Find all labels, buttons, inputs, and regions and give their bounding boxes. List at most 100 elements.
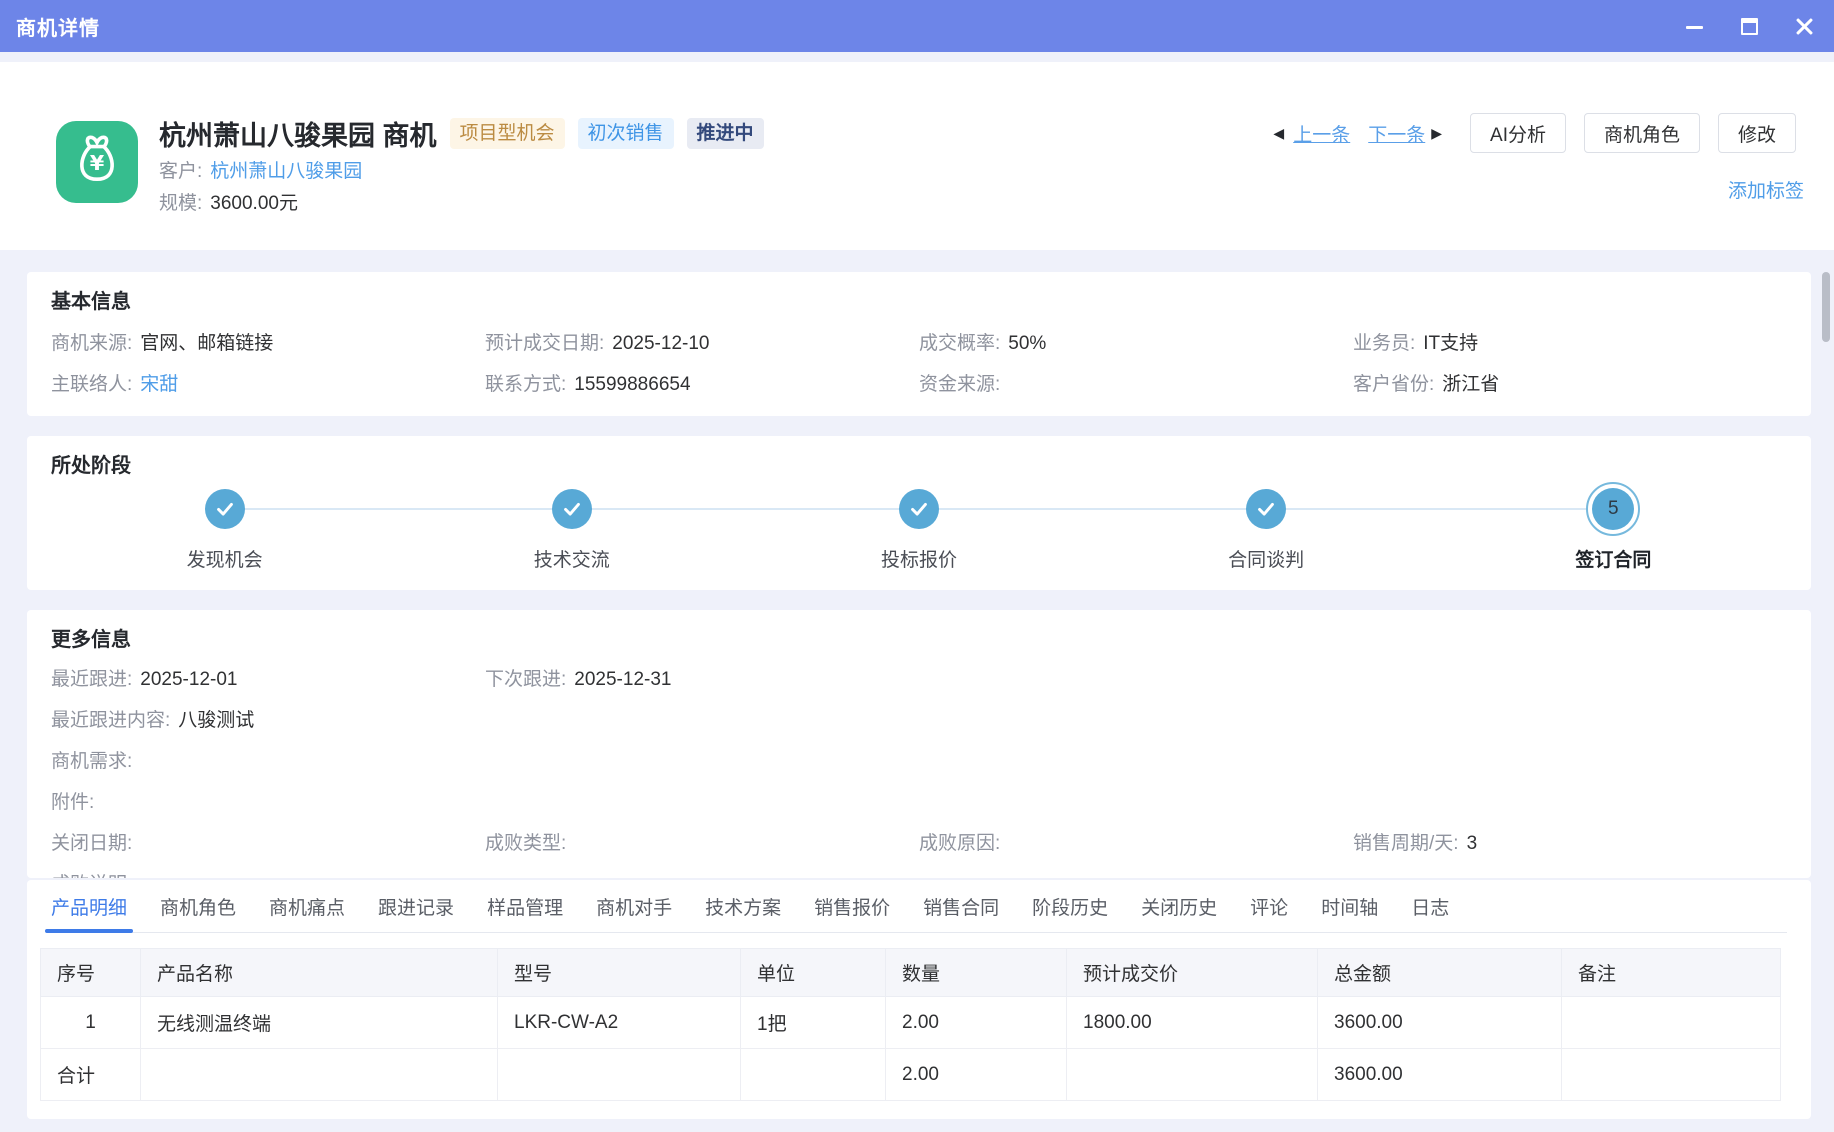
stage-step-4[interactable]: 合同谈判 <box>1093 482 1440 572</box>
check-icon <box>899 489 939 529</box>
field-contact-phone: 联系方式: 15599886654 <box>485 371 919 398</box>
tab-sample-management[interactable]: 样品管理 <box>487 880 563 932</box>
check-icon <box>1246 489 1286 529</box>
stage-step-5-current[interactable]: 5 签订合同 <box>1440 482 1787 572</box>
field-result-reason: 成败原因: <box>919 830 1353 857</box>
field-label: 成败类型: <box>485 830 566 857</box>
field-value: 八骏测试 <box>178 707 254 734</box>
tab-competitors[interactable]: 商机对手 <box>596 880 672 932</box>
field-label: 销售周期/天: <box>1353 830 1459 857</box>
field-sales-cycle-days: 销售周期/天: 3 <box>1353 830 1787 857</box>
cell-quantity: 2.00 <box>886 997 1067 1049</box>
cell-empty <box>498 1049 741 1101</box>
customer-row: 客户: 杭州萧山八骏果园 <box>159 156 362 183</box>
tab-timeline[interactable]: 时间轴 <box>1321 880 1378 932</box>
product-table: 序号 产品名称 型号 单位 数量 预计成交价 总金额 备注 1 无线测温终端 L… <box>40 948 1781 1101</box>
basic-info-title: 基本信息 <box>51 290 1787 314</box>
prev-arrow-icon[interactable] <box>1273 125 1284 142</box>
cell-product-name: 无线测温终端 <box>141 997 498 1049</box>
col-total-amount: 总金额 <box>1318 949 1562 997</box>
table-total-row: 合计 2.00 3600.00 <box>41 1049 1781 1101</box>
field-value: 3 <box>1467 830 1478 857</box>
stage-step-label: 投标报价 <box>881 545 957 572</box>
edit-button[interactable]: 修改 <box>1718 113 1796 153</box>
stage-step-1[interactable]: 发现机会 <box>51 482 398 572</box>
tab-product-detail[interactable]: 产品明细 <box>51 880 127 932</box>
field-result-type: 成败类型: <box>485 830 919 857</box>
stage-section: 所处阶段 发现机会 技术交流 投标报价 合同谈判 <box>27 436 1811 590</box>
tab-comments[interactable]: 评论 <box>1250 880 1288 932</box>
prev-record-link[interactable]: 上一条 <box>1293 120 1350 147</box>
stage-step-3[interactable]: 投标报价 <box>745 482 1092 572</box>
tab-close-history[interactable]: 关闭历史 <box>1141 880 1217 932</box>
tab-sales-contract[interactable]: 销售合同 <box>923 880 999 932</box>
tab-sales-quote[interactable]: 销售报价 <box>814 880 890 932</box>
check-icon <box>205 489 245 529</box>
col-unit: 单位 <box>741 949 886 997</box>
next-arrow-icon[interactable] <box>1431 125 1442 142</box>
opportunity-role-button[interactable]: 商机角色 <box>1584 113 1700 153</box>
col-expected-price: 预计成交价 <box>1067 949 1318 997</box>
field-label: 商机来源: <box>51 330 132 357</box>
header-actions: 上一条 下一条 AI分析 商机角色 修改 <box>1273 113 1796 153</box>
vertical-scrollbar[interactable] <box>1822 272 1830 342</box>
field-value: 官网、邮箱链接 <box>140 330 273 357</box>
field-funding-source: 资金来源: <box>919 371 1353 398</box>
stage-steps: 发现机会 技术交流 投标报价 合同谈判 5 签订合同 <box>51 482 1787 572</box>
field-value: 2025-12-10 <box>612 330 709 357</box>
tab-bar: 产品明细 商机角色 商机痛点 跟进记录 样品管理 商机对手 技术方案 销售报价 … <box>51 880 1787 933</box>
tab-followup-records[interactable]: 跟进记录 <box>378 880 454 932</box>
tab-technical-plan[interactable]: 技术方案 <box>705 880 781 932</box>
field-last-followup-content: 最近跟进内容: 八骏测试 <box>51 707 1787 734</box>
tab-pain-points[interactable]: 商机痛点 <box>269 880 345 932</box>
field-opportunity-demand: 商机需求: <box>51 748 1787 775</box>
field-close-probability: 成交概率: 50% <box>919 330 1353 357</box>
ai-analysis-button[interactable]: AI分析 <box>1470 113 1566 153</box>
stage-step-label: 技术交流 <box>534 545 610 572</box>
more-info-title: 更多信息 <box>51 628 1787 652</box>
cell-remark <box>1562 997 1781 1049</box>
window-titlebar: 商机详情 <box>0 0 1834 52</box>
cell-total-quantity: 2.00 <box>886 1049 1067 1101</box>
field-attachment: 附件: <box>51 789 1787 816</box>
field-label: 业务员: <box>1353 330 1415 357</box>
field-label: 成败说明 <box>51 871 127 878</box>
stage-step-label: 合同谈判 <box>1228 545 1304 572</box>
contact-link[interactable]: 宋甜 <box>140 371 178 398</box>
cell-empty <box>1562 1049 1781 1101</box>
field-value: IT支持 <box>1423 330 1478 357</box>
tab-stage-history[interactable]: 阶段历史 <box>1032 880 1108 932</box>
customer-label: 客户: <box>159 156 202 183</box>
window-title: 商机详情 <box>16 12 100 41</box>
field-label: 最近跟进内容: <box>51 707 170 734</box>
customer-link[interactable]: 杭州萧山八骏果园 <box>210 156 362 183</box>
minimize-icon[interactable] <box>1685 17 1704 36</box>
col-remark: 备注 <box>1562 949 1781 997</box>
cell-index: 1 <box>41 997 141 1049</box>
field-result-note-clipped: 成败说明 <box>51 871 1787 878</box>
stage-title: 所处阶段 <box>51 454 1787 478</box>
field-label: 成败原因: <box>919 830 1000 857</box>
scale-row: 规模: 3600.00元 <box>159 188 298 215</box>
cell-empty <box>741 1049 886 1101</box>
field-next-followup: 下次跟进: 2025-12-31 <box>485 666 919 693</box>
money-bag-icon: ¥ <box>56 121 138 203</box>
col-model: 型号 <box>498 949 741 997</box>
check-icon <box>552 489 592 529</box>
next-record-link[interactable]: 下一条 <box>1368 120 1425 147</box>
add-tag-link[interactable]: 添加标签 <box>1728 176 1804 203</box>
cell-unit: 1把 <box>741 997 886 1049</box>
field-label: 客户省份: <box>1353 371 1434 398</box>
close-icon[interactable] <box>1795 17 1814 36</box>
field-value: 50% <box>1008 330 1046 357</box>
table-row[interactable]: 1 无线测温终端 LKR-CW-A2 1把 2.00 1800.00 3600.… <box>41 997 1781 1049</box>
maximize-icon[interactable] <box>1740 17 1759 36</box>
field-label: 最近跟进: <box>51 666 132 693</box>
tab-logs[interactable]: 日志 <box>1411 880 1449 932</box>
field-main-contact: 主联络人: 宋甜 <box>51 371 485 398</box>
col-quantity: 数量 <box>886 949 1067 997</box>
more-info-section: 更多信息 最近跟进: 2025-12-01 下次跟进: 2025-12-31 最… <box>27 610 1811 878</box>
stage-step-2[interactable]: 技术交流 <box>398 482 745 572</box>
field-expected-close-date: 预计成交日期: 2025-12-10 <box>485 330 919 357</box>
tab-opportunity-role[interactable]: 商机角色 <box>160 880 236 932</box>
